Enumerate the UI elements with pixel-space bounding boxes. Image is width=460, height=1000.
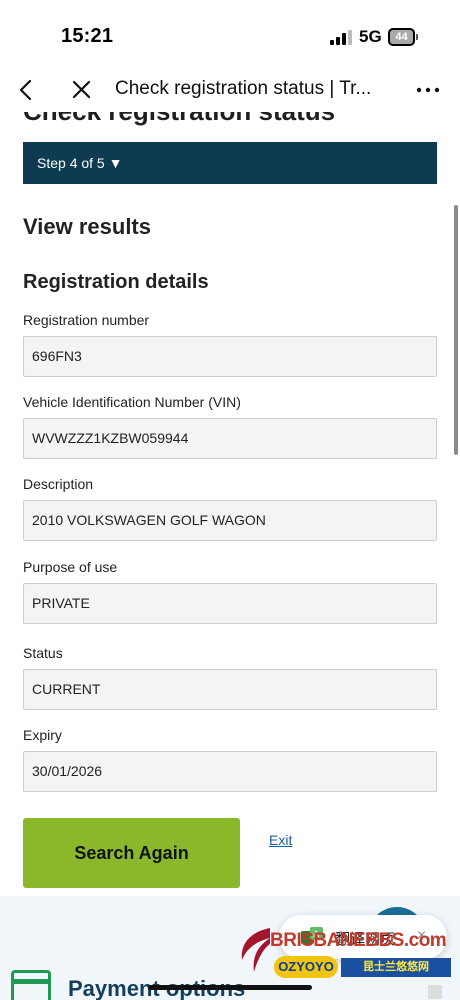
watermark-oz: OZYOYO — [274, 956, 338, 978]
watermark-text: BRISBANEBBS.com — [270, 930, 447, 951]
browser-title: Check registration status | Tr... — [115, 78, 372, 99]
purpose-of-use-label: Purpose of use — [23, 559, 118, 575]
search-again-button[interactable]: Search Again — [23, 818, 240, 888]
browser-nav-bar: Check registration status | Tr... — [0, 68, 460, 112]
status-label: Status — [23, 645, 63, 661]
status-time: 15:21 — [61, 25, 114, 47]
chevron-left-icon[interactable] — [14, 76, 40, 104]
vin-label: Vehicle Identification Number (VIN) — [23, 394, 241, 410]
close-icon[interactable] — [70, 76, 94, 104]
results-heading: View results — [23, 214, 151, 239]
expiry-field: 30/01/2026 — [23, 751, 437, 792]
scroll-arrow-icon[interactable] — [428, 985, 442, 999]
credit-card-icon — [11, 970, 51, 1000]
registration-number-field: 696FN3 — [23, 336, 437, 377]
vin-field: WVWZZZ1KZBW059944 — [23, 418, 437, 459]
registration-number-label: Registration number — [23, 312, 150, 328]
battery-icon: 44 — [388, 28, 418, 46]
status-field: CURRENT — [23, 669, 437, 710]
purpose-of-use-field: PRIVATE — [23, 583, 437, 624]
exit-link[interactable]: Exit — [269, 832, 292, 848]
step-indicator[interactable]: Step 4 of 5 ▼ — [23, 142, 437, 184]
home-indicator — [148, 985, 312, 990]
signal-icon — [330, 29, 352, 45]
network-type: 5G — [359, 27, 382, 46]
description-field: 2010 VOLKSWAGEN GOLF WAGON — [23, 500, 437, 541]
status-bar: 15:21 5G 44 — [0, 0, 460, 70]
watermark-logo: BRISBANEBBS.com OZYOYO 昆士兰悠悠网 — [236, 922, 456, 982]
scrollbar[interactable] — [454, 205, 458, 455]
expiry-label: Expiry — [23, 727, 62, 743]
watermark-sub: 昆士兰悠悠网 — [341, 958, 451, 977]
battery-level: 44 — [395, 31, 408, 43]
description-label: Description — [23, 476, 94, 492]
details-heading: Registration details — [23, 271, 209, 293]
more-horizontal-icon[interactable] — [414, 80, 442, 100]
